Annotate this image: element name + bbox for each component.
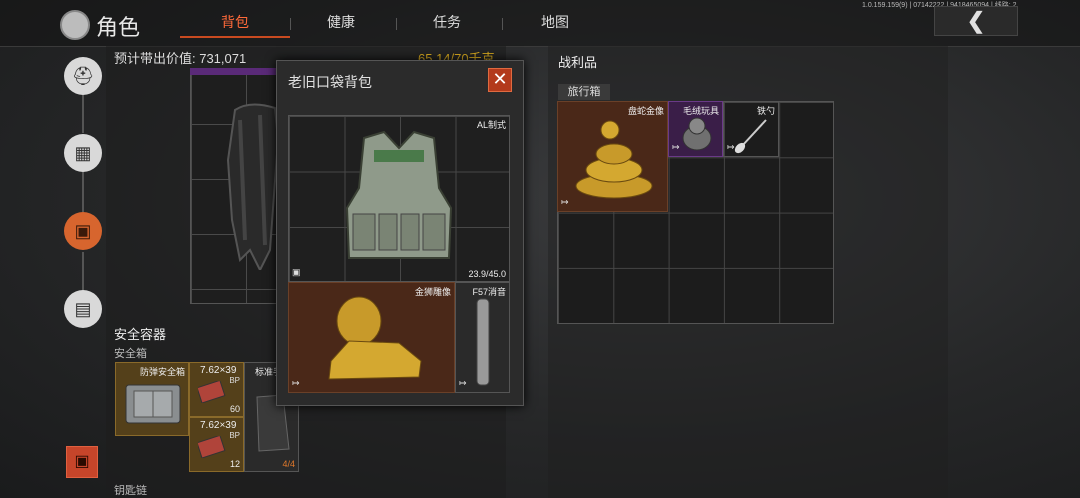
lion-statue-image [328, 296, 422, 380]
armor-vest-image [345, 130, 453, 259]
ammo-slot[interactable]: 7.62×39 BP 60 [189, 362, 244, 417]
suppressor-image [476, 298, 490, 386]
side-connector [82, 172, 84, 212]
vest-icon[interactable]: ▦ [64, 134, 102, 172]
estimated-value: 预计带出价值: 731,071 [114, 51, 247, 66]
back-button[interactable]: ❮ [934, 6, 1018, 36]
tab-backpack[interactable]: 背包 [180, 8, 290, 38]
ammo-box-icon [198, 436, 226, 458]
backpack-quick-icon[interactable]: ▣ [66, 446, 98, 478]
secure-container-title: 安全容器 [114, 327, 167, 342]
exit-icon: ↦ [672, 142, 680, 152]
secure-box-slot[interactable]: 防弹安全箱 [115, 362, 189, 436]
exit-icon: ↦ [459, 378, 467, 388]
backpack-image [226, 103, 280, 270]
loot-title: 战利品 [558, 55, 598, 70]
snake-statue-slot[interactable]: 盘蛇金像 ↦ [557, 101, 668, 212]
exit-icon: ↦ [561, 197, 569, 207]
tab-tasks[interactable]: 任务 [392, 8, 502, 36]
safe-box-icon [125, 384, 181, 424]
chevron-left-icon: ❮ [966, 8, 986, 33]
case-icon[interactable]: ▤ [64, 290, 102, 328]
rarity-bar [190, 68, 278, 75]
exit-icon: ↦ [727, 142, 735, 152]
page-title: 角色 [96, 15, 141, 40]
suppressor-slot[interactable]: F57消音 ↦ [455, 282, 510, 393]
snake-statue-image [575, 120, 653, 199]
lion-statue-slot[interactable]: 金狮雕像 ↦ [288, 282, 455, 393]
plush-toy-image [682, 117, 712, 151]
side-connector [82, 252, 84, 290]
ammo-box-icon [198, 381, 226, 403]
close-button[interactable]: ✕ [488, 68, 512, 92]
spoon-slot[interactable]: 铁勺 ↦ [723, 101, 779, 157]
ammo-slot[interactable]: 7.62×39 BP 12 [189, 417, 244, 472]
tab-map[interactable]: 地图 [500, 8, 610, 36]
spoon-image [734, 119, 767, 154]
side-connector [82, 95, 84, 133]
popup-title: 老旧口袋背包 [288, 74, 372, 90]
armor-slot[interactable]: AL制式 ▣ 23.9/45.0 [288, 115, 510, 282]
close-icon: ✕ [492, 69, 508, 89]
tab-travel-case[interactable]: 旅行箱 [558, 84, 610, 100]
secure-box-subtitle: 安全箱 [114, 348, 147, 360]
globe-icon [60, 10, 90, 40]
cube-icon: ▣ [292, 267, 301, 277]
tab-health[interactable]: 健康 [286, 8, 396, 36]
backpack-icon[interactable]: ▣ [64, 212, 102, 250]
keychain-label: 钥匙链 [114, 485, 147, 497]
exit-icon: ↦ [292, 378, 300, 388]
plush-toy-slot[interactable]: 毛绒玩具 ↦ [668, 101, 723, 157]
helmet-icon[interactable]: ⛑ [64, 57, 102, 95]
